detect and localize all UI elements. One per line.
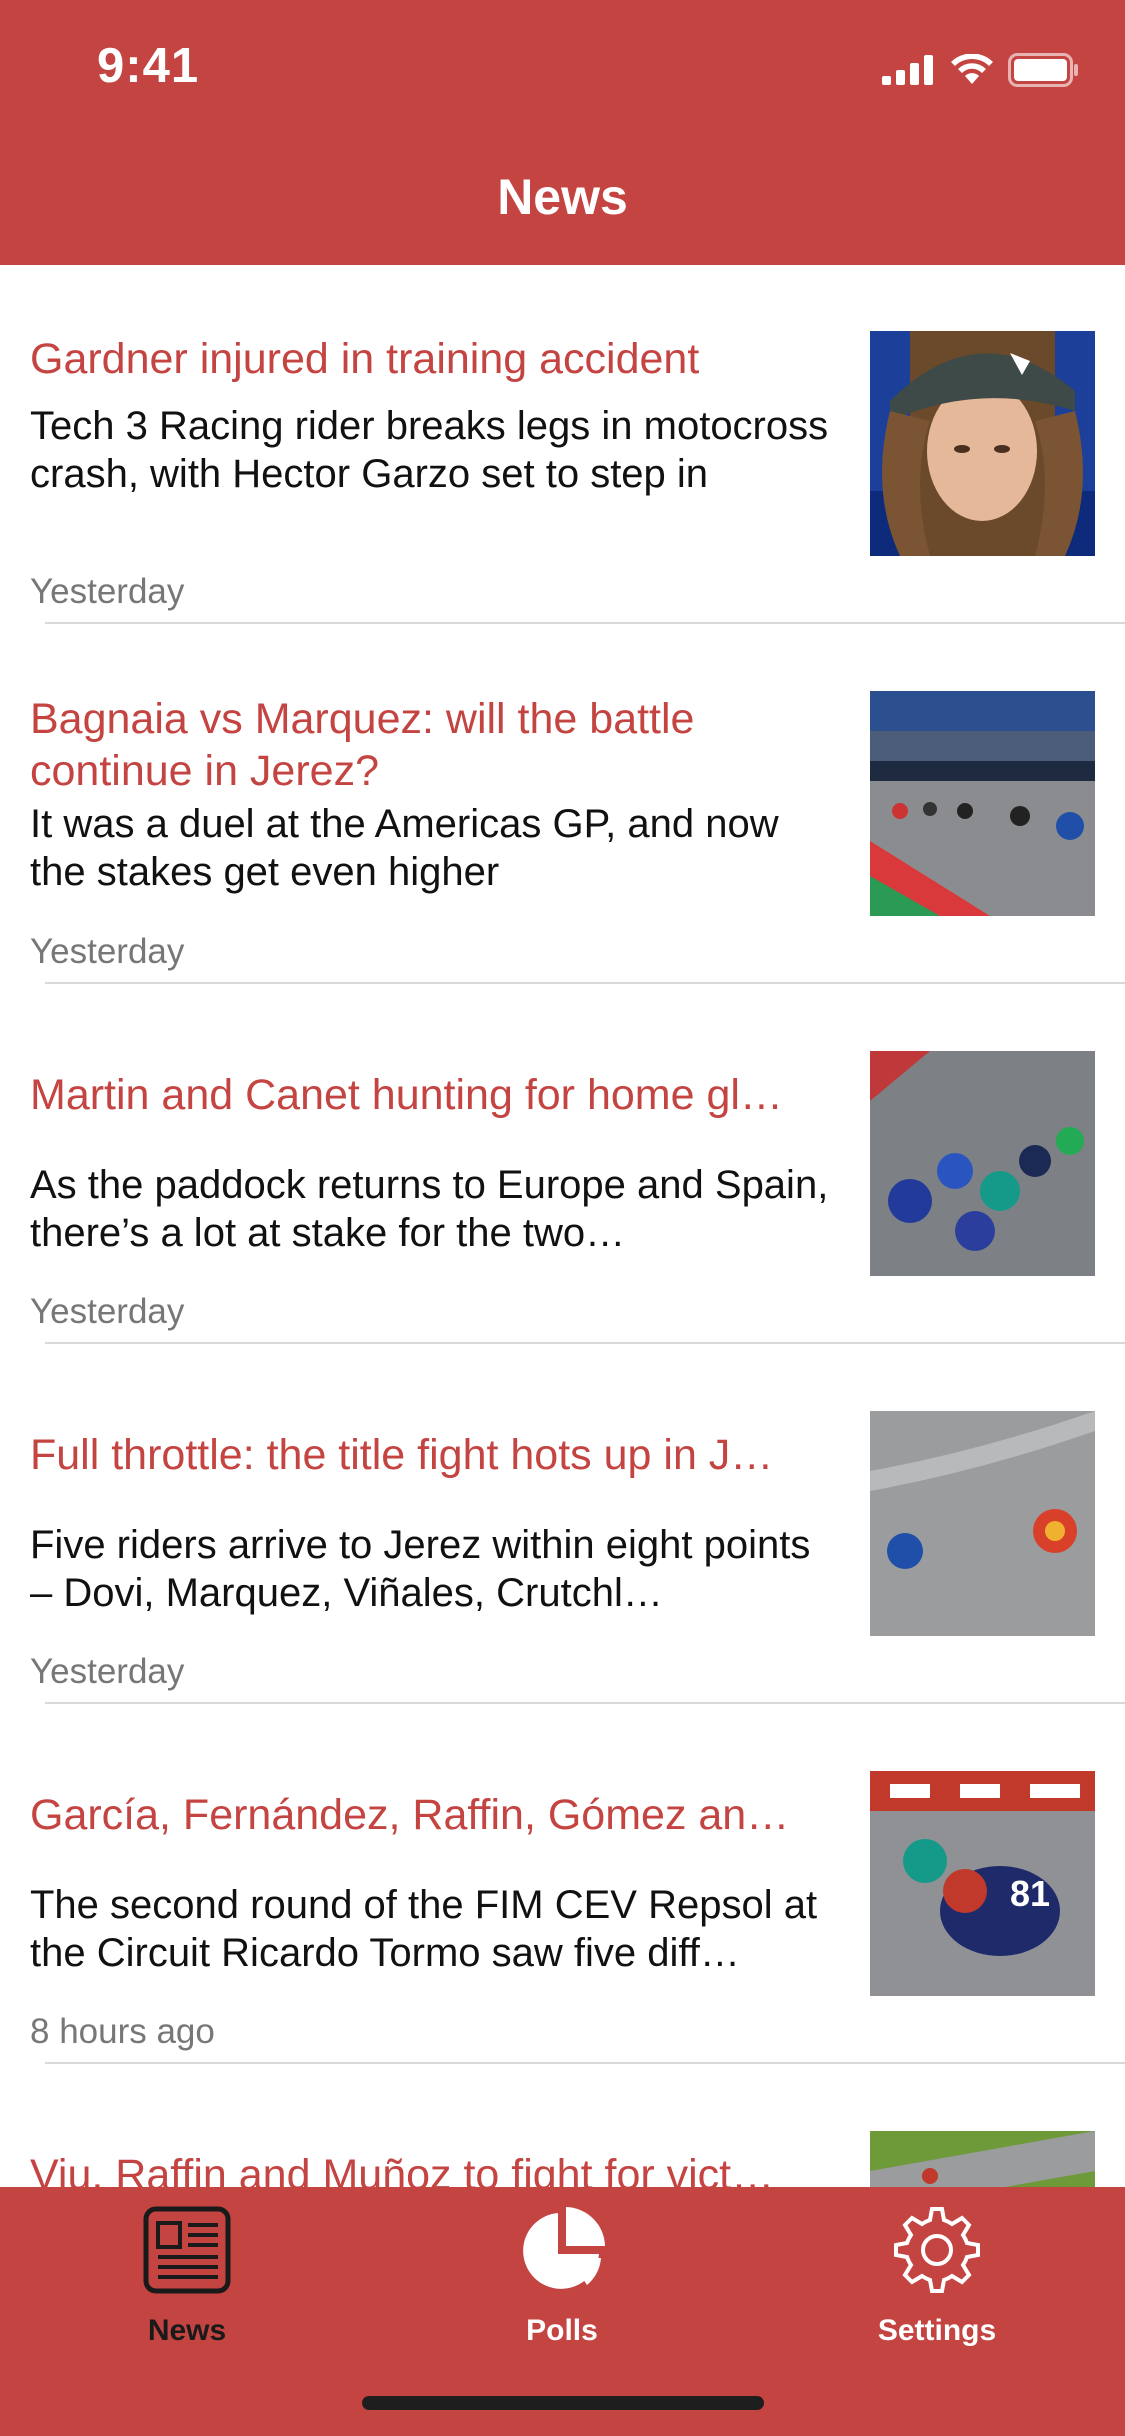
separator — [45, 2062, 1125, 2064]
article-title: García, Fernández, Raffin, Gómez an… — [30, 1791, 790, 1839]
status-bar: 9:41 — [0, 0, 1125, 135]
news-feed[interactable]: Gardner injured in training accident Tec… — [0, 265, 1125, 2187]
battery-icon — [1008, 53, 1078, 87]
article-summary: Tech 3 Racing rider breaks legs in motoc… — [30, 404, 829, 496]
article-time: Yesterday — [30, 1292, 185, 1331]
newspaper-icon — [143, 2206, 231, 2294]
news-item[interactable]: Full throttle: the title fight hots up i… — [0, 1345, 1125, 1705]
status-time: 9:41 — [97, 39, 200, 93]
article-thumbnail — [870, 691, 1095, 916]
news-item[interactable]: García, Fernández, Raffin, Gómez an… The… — [0, 1705, 1125, 2065]
navigation-bar: News — [0, 135, 1125, 265]
tab-polls[interactable]: Polls — [452, 2202, 672, 2352]
article-thumbnail — [870, 1051, 1095, 1276]
separator — [45, 622, 1125, 624]
article-title: Martin and Canet hunting for home gl… — [30, 1071, 783, 1119]
article-thumbnail — [870, 1411, 1095, 1636]
article-time: Yesterday — [30, 1652, 185, 1691]
article-summary: As the paddock returns to Europe and Spa… — [30, 1163, 829, 1255]
news-item[interactable]: Bagnaia vs Marquez: will the battle cont… — [0, 625, 1125, 985]
cellular-signal-icon — [882, 55, 933, 85]
article-summary: It was a duel at the Americas GP, and no… — [30, 802, 779, 894]
article-title: Full throttle: the title fight hots up i… — [30, 1431, 774, 1479]
article-title: Viu, Raffin and Muñoz to fight for vict… — [30, 2151, 775, 2187]
page-title: News — [497, 169, 628, 225]
tab-news[interactable]: News — [77, 2202, 297, 2352]
tab-label: Settings — [877, 2314, 997, 2347]
gear-icon — [894, 2207, 980, 2293]
article-title: Bagnaia vs Marquez: will the battle cont… — [30, 695, 695, 795]
separator — [45, 1702, 1125, 1704]
wifi-icon — [951, 54, 993, 84]
news-item[interactable]: Gardner injured in training accident Tec… — [0, 265, 1125, 625]
news-item[interactable]: Viu, Raffin and Muñoz to fight for vict… — [0, 2065, 1125, 2187]
article-thumbnail — [870, 331, 1095, 556]
pie-chart-icon — [523, 2207, 605, 2289]
article-time: Yesterday — [30, 932, 185, 971]
tab-label: News — [147, 2314, 227, 2347]
article-summary: The second round of the FIM CEV Repsol a… — [30, 1883, 818, 1975]
home-indicator[interactable] — [362, 2396, 764, 2410]
article-thumbnail: 81 — [870, 1771, 1095, 1996]
article-time: Yesterday — [30, 572, 185, 611]
article-title: Gardner injured in training accident — [30, 335, 700, 383]
article-summary: Five riders arrive to Jerez within eight… — [30, 1523, 811, 1615]
separator — [45, 982, 1125, 984]
article-time: 8 hours ago — [30, 2012, 215, 2051]
separator — [45, 1342, 1125, 1344]
tab-label: Polls — [526, 2314, 598, 2347]
svg-text:81: 81 — [1010, 1873, 1050, 1914]
news-item[interactable]: Martin and Canet hunting for home gl… As… — [0, 985, 1125, 1345]
status-icons — [882, 50, 1080, 90]
article-thumbnail — [870, 2131, 1095, 2187]
tab-settings[interactable]: Settings — [827, 2202, 1047, 2352]
